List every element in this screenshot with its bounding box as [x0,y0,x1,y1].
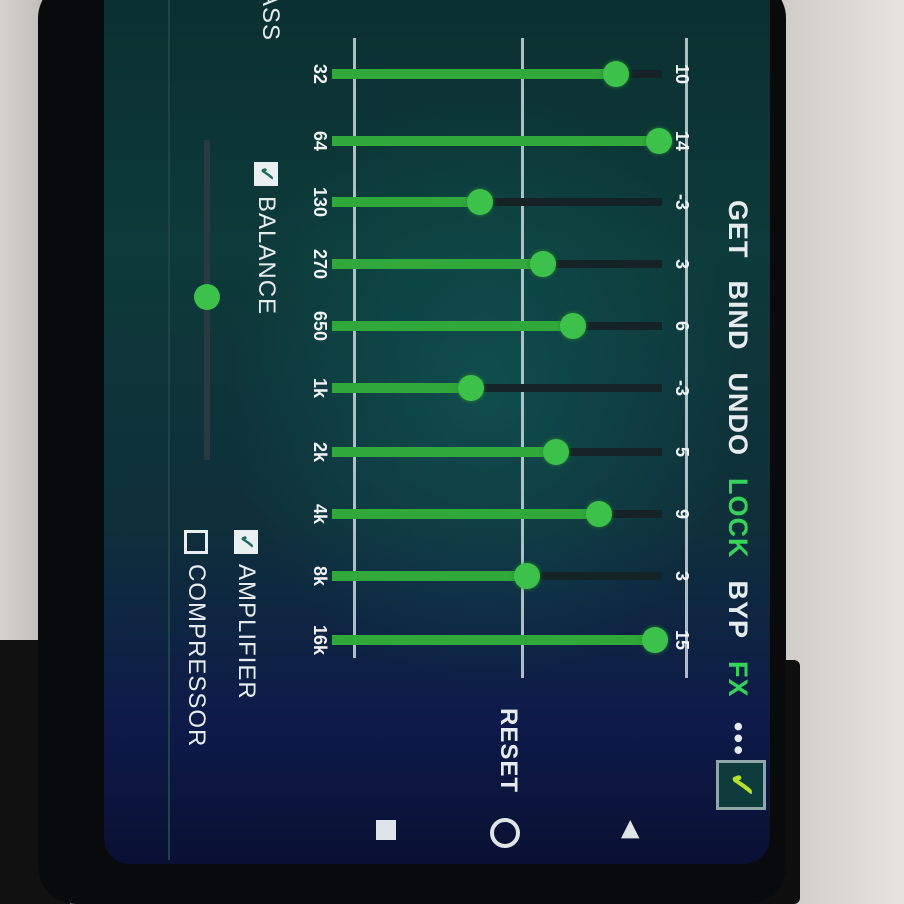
band-slider-knob[interactable] [457,375,484,401]
reset-button[interactable]: RESET [494,708,522,793]
band-gain-label: 14 [672,130,692,152]
balance-option[interactable]: ✓ BALANCE [252,162,280,315]
amplifier-option[interactable]: ✓ AMPLIFIER [232,530,260,700]
bind-button[interactable]: BIND [723,281,754,351]
nav-recents-icon[interactable] [376,820,396,840]
band-gain-label: 15 [672,629,692,651]
check-icon: ✓ [722,770,760,800]
balance-slider-knob[interactable] [194,284,220,310]
band-slider-knob[interactable] [645,128,672,154]
band-gain-label: 5 [672,446,692,457]
android-nav-bar: ◀ [350,810,650,860]
phone-body: GET BIND UNDO LOCK BYP FX ••• ✓ RESET ◀ … [38,0,786,904]
band-slider-knob[interactable] [559,313,586,339]
band-frequency-label: 32 [310,63,330,85]
band-gain-label: 10 [672,63,692,85]
enable-checkbox[interactable]: ✓ [716,760,766,810]
band-slider-knob[interactable] [586,501,613,527]
band-frequency-label: 130 [310,186,330,218]
band-slider-fill [332,383,471,393]
band-slider-knob[interactable] [513,563,540,589]
band-slider-fill [332,571,527,581]
divider [168,0,170,860]
fx-button[interactable]: FX [723,661,754,698]
band-frequency-label: 2k [310,441,330,463]
get-button[interactable]: GET [723,200,754,259]
band-slider-fill [332,136,659,146]
balance-label: BALANCE [253,196,280,316]
band-frequency-label: 4k [310,503,330,525]
nav-back-icon[interactable]: ◀ [617,820,646,838]
band-gain-label: 6 [672,320,692,331]
band-gain-label: 3 [672,570,692,581]
band-slider-fill [332,635,656,645]
band-frequency-label: 64 [310,130,330,152]
grid-line-bottom [353,38,356,658]
band-gain-label: 3 [672,258,692,269]
bass-label: ASS [257,0,284,42]
band-gain-label: 9 [672,508,692,519]
band-slider-knob[interactable] [543,439,570,465]
compressor-option[interactable]: COMPRESSOR [182,530,210,747]
band-frequency-label: 650 [310,310,330,342]
band-slider-fill [332,197,481,207]
bypass-button[interactable]: BYP [723,581,754,640]
band-slider-fill [332,447,557,457]
band-slider-fill [332,259,544,269]
band-frequency-label: 270 [310,248,330,280]
equalizer-app: GET BIND UNDO LOCK BYP FX ••• ✓ RESET ◀ … [104,0,770,864]
band-frequency-label: 16k [310,624,330,656]
band-frequency-label: 1k [310,377,330,399]
band-slider-knob[interactable] [602,61,629,87]
compressor-label: COMPRESSOR [183,564,210,748]
band-slider-fill [332,69,616,79]
band-slider-knob[interactable] [467,189,494,215]
amplifier-label: AMPLIFIER [233,564,260,700]
amplifier-checkbox[interactable]: ✓ [234,530,258,554]
undo-button[interactable]: UNDO [723,373,754,457]
band-gain-label: -3 [672,379,692,396]
band-slider-knob[interactable] [530,251,557,277]
band-slider-fill [332,509,600,519]
compressor-checkbox[interactable] [184,530,208,554]
band-slider-knob[interactable] [642,627,669,653]
balance-checkbox[interactable]: ✓ [254,162,278,186]
band-frequency-label: 8k [310,565,330,587]
phone-screen: GET BIND UNDO LOCK BYP FX ••• ✓ RESET ◀ … [104,0,770,864]
lock-button[interactable]: LOCK [723,478,754,559]
toolbar: GET BIND UNDO LOCK BYP FX ••• [708,200,768,757]
more-options-icon[interactable]: ••• [722,722,754,757]
band-gain-label: -3 [672,193,692,210]
band-slider-fill [332,321,573,331]
nav-home-icon[interactable] [490,818,520,848]
